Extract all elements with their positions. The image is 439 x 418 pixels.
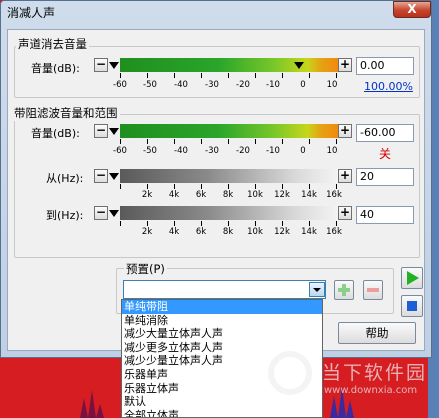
presets-combobox[interactable] — [123, 280, 326, 299]
tick-label: 0 — [300, 80, 306, 90]
amplitude-meter[interactable] — [120, 58, 338, 72]
band-amplitude-start-marker[interactable] — [109, 128, 119, 135]
help-button[interactable]: 帮助 — [338, 322, 416, 344]
amplitude-increase-button[interactable]: + — [338, 58, 352, 72]
preset-item[interactable]: 全部立体声 — [122, 409, 322, 417]
tick-label: -60 — [113, 146, 127, 156]
preset-item[interactable]: 默认 — [122, 395, 322, 409]
tick-label: 10 — [326, 80, 338, 90]
band-filter-group-label: 带阻滤波音量和范围 — [12, 105, 120, 121]
range-start-marker[interactable] — [109, 62, 119, 69]
band-amplitude-increase-button[interactable]: + — [338, 124, 352, 138]
tick-label: -40 — [174, 80, 188, 90]
to-slider-thumb[interactable] — [109, 210, 119, 217]
tick-label: -30 — [205, 80, 219, 90]
tick-label: -50 — [143, 146, 157, 156]
tick-label: 12k — [274, 190, 290, 200]
watermark-logo — [268, 351, 312, 395]
tick-label: -60 — [113, 80, 127, 90]
chevron-down-icon — [313, 288, 321, 292]
tick-label: -30 — [205, 146, 219, 156]
from-slider-thumb[interactable] — [109, 173, 119, 180]
tick-label: -20 — [236, 80, 250, 90]
band-amplitude-value-input[interactable]: -60.00 — [356, 124, 414, 142]
preview-play-button[interactable] — [401, 267, 423, 289]
band-state-toggle[interactable]: 关 — [379, 145, 391, 162]
db-scale-1 — [120, 73, 338, 79]
band-amplitude-label: 音量(dB): — [31, 127, 80, 140]
db-tick-labels-1: -60 -50 -40 -30 -20 -10 0 10 — [113, 80, 338, 92]
tick-label: 2k — [141, 227, 153, 237]
presets-dropdown-button[interactable] — [309, 282, 325, 297]
db-scale-2 — [120, 139, 338, 145]
add-preset-button[interactable] — [334, 280, 354, 300]
amplitude-label: 音量(dB): — [31, 62, 80, 75]
amplitude-value-input[interactable]: 0.00 — [356, 57, 414, 75]
from-decrease-button[interactable]: − — [94, 169, 108, 183]
tick-label: 16k — [326, 227, 342, 237]
watermark-url: www.downxia.com — [324, 385, 418, 396]
tick-label: -10 — [266, 80, 280, 90]
amplitude-decrease-button[interactable]: − — [94, 58, 108, 72]
percent-link[interactable]: 100.00% — [364, 80, 413, 93]
band-amplitude-decrease-button[interactable]: − — [94, 124, 108, 138]
title-bar: 消减人声 X — [1, 1, 431, 23]
to-hz-input[interactable]: 40 — [356, 206, 414, 224]
from-increase-button[interactable]: + — [338, 169, 352, 183]
play-icon — [407, 271, 419, 285]
preset-item[interactable]: 减少大量立体声人声 — [122, 327, 322, 341]
watermark-text: 当下软件园 — [322, 362, 428, 384]
tick-label: 12k — [274, 227, 290, 237]
hz-tick-labels-2: 2k 4k 6k 8k 10k 12k 14k 16k — [120, 227, 342, 239]
tick-label: -40 — [174, 146, 188, 156]
hz-tick-labels-1: 2k 4k 6k 8k 10k 12k 14k 16k — [120, 190, 342, 202]
tick-label: 8k — [222, 227, 234, 237]
presets-label: 预置(P) — [124, 261, 167, 277]
tick-label: 8k — [222, 190, 234, 200]
amplitude-slider-thumb[interactable] — [294, 62, 304, 69]
tick-label: 2k — [141, 190, 153, 200]
preset-item[interactable]: 单纯消除 — [122, 314, 322, 328]
tick-label: -50 — [143, 80, 157, 90]
from-frequency-slider[interactable] — [120, 169, 338, 183]
band-amplitude-meter[interactable] — [120, 124, 338, 138]
tick-label: 10 — [326, 146, 338, 156]
minus-icon — [367, 288, 379, 292]
from-hz-input[interactable]: 20 — [356, 168, 414, 186]
plus-icon — [338, 284, 350, 296]
remove-preset-button[interactable] — [363, 280, 383, 300]
tick-label: 10k — [247, 190, 263, 200]
stop-icon — [407, 301, 417, 311]
window-title: 消减人声 — [7, 6, 56, 20]
db-tick-labels-2: -60 -50 -40 -30 -20 -10 0 10 — [113, 146, 338, 158]
preview-stop-button[interactable] — [401, 295, 423, 317]
from-hz-label: 从(Hz): — [46, 172, 84, 185]
tick-label: 10k — [247, 227, 263, 237]
center-channel-group-label: 声道消去音量 — [16, 36, 89, 52]
tick-label: 4k — [168, 227, 180, 237]
to-increase-button[interactable]: + — [338, 206, 352, 220]
tick-label: 0 — [300, 146, 306, 156]
tick-label: 6k — [195, 227, 207, 237]
tick-label: 6k — [195, 190, 207, 200]
to-decrease-button[interactable]: − — [94, 206, 108, 220]
to-frequency-slider[interactable] — [120, 206, 338, 220]
preset-item[interactable]: 单纯带阻 — [122, 300, 322, 314]
tick-label: 16k — [326, 190, 342, 200]
to-hz-label: 到(Hz): — [46, 209, 84, 222]
tick-label: -20 — [236, 146, 250, 156]
tick-label: -10 — [266, 146, 280, 156]
tick-label: 4k — [168, 190, 180, 200]
close-button[interactable]: X — [393, 1, 431, 18]
